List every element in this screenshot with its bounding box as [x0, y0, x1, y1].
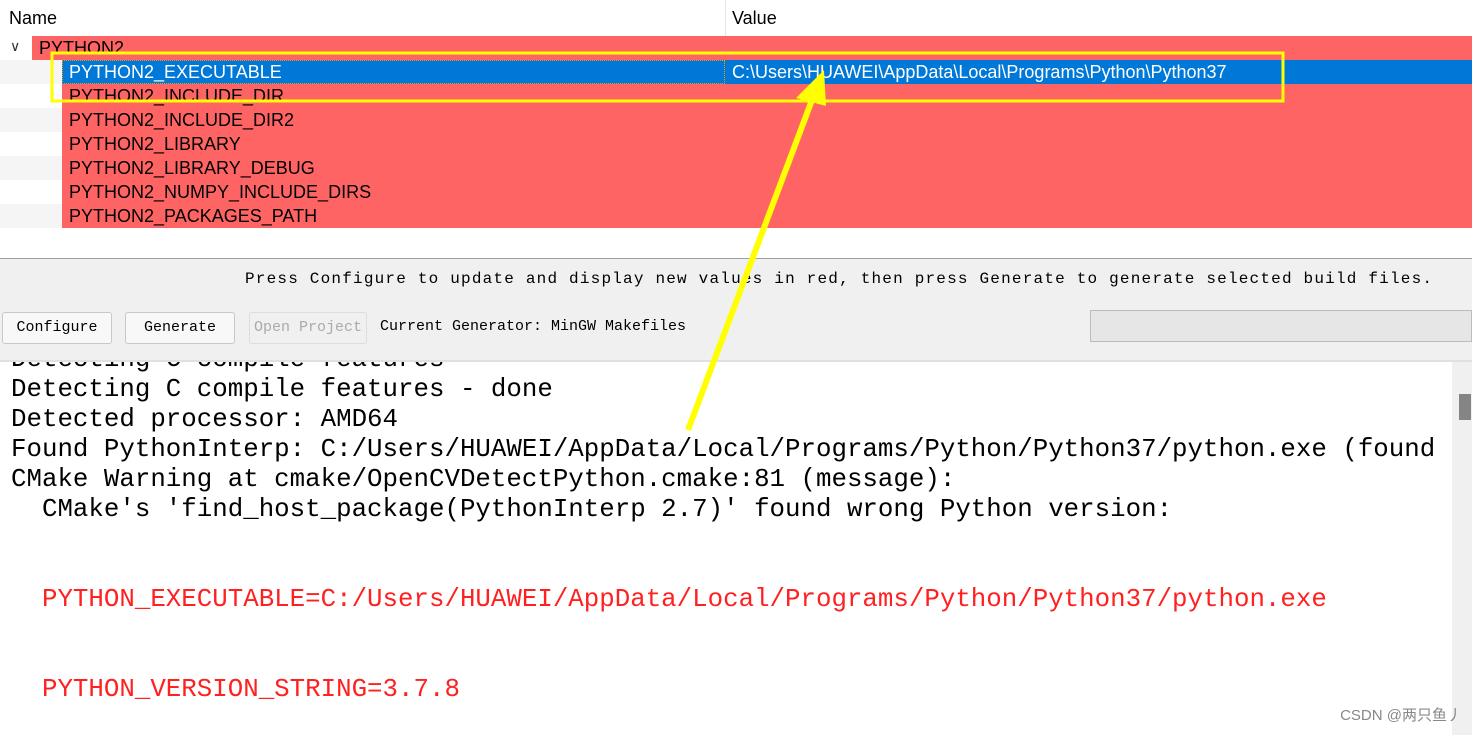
- log-line: PYTHON_EXECUTABLE=C:/Users/HUAWEI/AppDat…: [11, 585, 1327, 614]
- log-line: Detected processor: AMD64: [11, 405, 399, 434]
- cache-entry-row[interactable]: PYTHON2_NUMPY_INCLUDE_DIRS: [0, 180, 1472, 204]
- cache-tree: Name Value ∨ PYTHON2 PYTHON2_EXECUTABLE C…: [0, 0, 1472, 259]
- log-line: CMake Warning at cmake/OpenCVDetectPytho…: [11, 465, 956, 494]
- chevron-down-icon[interactable]: ∨: [10, 38, 20, 55]
- generate-button[interactable]: Generate: [125, 312, 235, 344]
- log-line: Found PythonInterp: C:/Users/HUAWEI/AppD…: [11, 435, 1436, 464]
- log-line: Detecting C compile features: [11, 362, 444, 375]
- entry-value[interactable]: [725, 180, 1472, 204]
- entry-value[interactable]: [725, 84, 1472, 108]
- cache-entry-row[interactable]: PYTHON2_INCLUDE_DIR: [0, 84, 1472, 108]
- control-panel: Press Configure to update and display ne…: [0, 259, 1472, 362]
- column-header-value[interactable]: Value: [726, 0, 777, 36]
- entry-value[interactable]: [725, 204, 1472, 228]
- cache-entry-row[interactable]: PYTHON2_PACKAGES_PATH: [0, 204, 1472, 228]
- current-generator: Current Generator: MinGW Makefiles: [380, 318, 687, 335]
- entry-name: PYTHON2_LIBRARY: [62, 132, 725, 156]
- entry-value[interactable]: C:\Users\HUAWEI\AppData\Local\Programs\P…: [725, 60, 1472, 84]
- entry-name: PYTHON2_INCLUDE_DIR2: [62, 108, 725, 132]
- scrollbar-thumb[interactable]: [1459, 394, 1471, 420]
- column-header-name[interactable]: Name: [0, 0, 726, 36]
- log-line: Detecting C compile features - done: [11, 375, 553, 404]
- entry-name: PYTHON2_LIBRARY_DEBUG: [62, 156, 725, 180]
- cache-entry-row[interactable]: PYTHON2_INCLUDE_DIR2: [0, 108, 1472, 132]
- progress-bar: [1090, 310, 1472, 342]
- group-label: PYTHON2: [32, 36, 1472, 60]
- group-row[interactable]: ∨ PYTHON2: [0, 36, 1472, 60]
- cache-entry-row[interactable]: PYTHON2_LIBRARY_DEBUG: [0, 156, 1472, 180]
- output-scrollbar[interactable]: [1452, 362, 1472, 735]
- entry-name: PYTHON2_EXECUTABLE: [62, 60, 725, 84]
- entry-name: PYTHON2_PACKAGES_PATH: [62, 204, 725, 228]
- configure-button[interactable]: Configure: [2, 312, 112, 344]
- log-line: PYTHON_VERSION_STRING=3.7.8: [11, 675, 460, 704]
- entry-value[interactable]: [725, 132, 1472, 156]
- open-project-button: Open Project: [249, 312, 367, 344]
- entry-name: PYTHON2_INCLUDE_DIR: [62, 84, 725, 108]
- output-log[interactable]: Detecting C compile featuresDetecting C …: [0, 362, 1452, 735]
- cache-entry-row[interactable]: PYTHON2_LIBRARY: [0, 132, 1472, 156]
- status-text: Press Configure to update and display ne…: [245, 270, 1434, 288]
- cache-entry-row[interactable]: PYTHON2_EXECUTABLE C:\Users\HUAWEI\AppDat…: [0, 60, 1472, 84]
- entry-name: PYTHON2_NUMPY_INCLUDE_DIRS: [62, 180, 725, 204]
- watermark: CSDN @两只鱼丿: [1340, 707, 1462, 724]
- entry-value[interactable]: [725, 156, 1472, 180]
- log-line: CMake's 'find_host_package(PythonInterp …: [11, 495, 1173, 524]
- entry-value[interactable]: [725, 108, 1472, 132]
